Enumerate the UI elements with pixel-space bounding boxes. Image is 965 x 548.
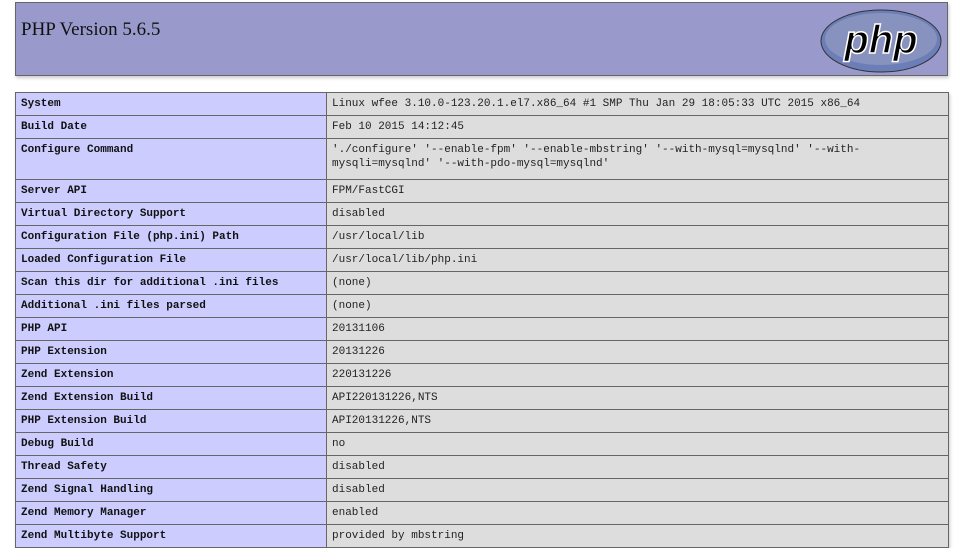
table-row: Zend Memory Manager enabled [15, 501, 949, 525]
page-title: PHP Version 5.6.5 [21, 19, 161, 40]
table-row: PHP API 20131106 [15, 317, 949, 341]
row-key: PHP Extension [15, 340, 327, 364]
row-value: 20131106 [326, 317, 949, 341]
row-value: './configure' '--enable-fpm' '--enable-m… [326, 138, 949, 180]
row-key: Zend Extension [15, 363, 327, 387]
table-row: Loaded Configuration File/usr/local/lib/… [15, 248, 949, 272]
table-row: System Linux wfee 3.10.0-123.20.1.el7.x86… [15, 92, 949, 116]
row-value: enabled [326, 501, 949, 525]
php-info-table: System Linux wfee 3.10.0-123.20.1.el7.x86… [15, 92, 949, 548]
row-key: Virtual Directory Support [15, 202, 327, 226]
table-row: Scan this dir for additional .ini files(… [15, 271, 949, 295]
table-row: PHP Extension 20131226 [15, 340, 949, 364]
php-version-header: PHP Version 5.6.5 php [15, 2, 948, 76]
table-row: Additional .ini files parsed (none) [15, 294, 949, 318]
row-key: Thread Safety [15, 455, 327, 479]
row-value: no [326, 432, 949, 456]
row-value: 220131226 [326, 363, 949, 387]
row-value: Linux wfee 3.10.0-123.20.1.el7.x86_64 #1… [326, 92, 949, 116]
row-key: Zend Signal Handling [15, 478, 327, 502]
row-value: 20131226 [326, 340, 949, 364]
row-key: Additional .ini files parsed [15, 294, 327, 318]
row-value: /usr/local/lib [326, 225, 949, 249]
row-key: Configure Command [15, 138, 327, 180]
row-value: disabled [326, 202, 949, 226]
row-value: /usr/local/lib/php.ini [326, 248, 949, 272]
row-value: (none) [326, 294, 949, 318]
table-row: Virtual Directory Support disabled [15, 202, 949, 226]
row-value: disabled [326, 478, 949, 502]
row-key: Debug Build [15, 432, 327, 456]
row-value: provided by mbstring [326, 524, 949, 548]
table-row: Configure Command './configure' '--enable… [15, 138, 949, 180]
svg-text:php: php [843, 18, 917, 62]
table-row: Zend Extension 220131226 [15, 363, 949, 387]
row-value: (none) [326, 271, 949, 295]
row-key: System [15, 92, 327, 116]
row-key: Loaded Configuration File [15, 248, 327, 272]
row-key: Scan this dir for additional .ini files [15, 271, 327, 295]
row-value: disabled [326, 455, 949, 479]
row-value: API220131226,NTS [326, 386, 949, 410]
php-logo[interactable]: php [820, 9, 942, 73]
table-row: Zend Signal Handling disabled [15, 478, 949, 502]
table-row: Zend Multibyte Support provided by mbstri… [15, 524, 949, 548]
row-key: Zend Extension Build [15, 386, 327, 410]
table-row: Zend Extension Build API220131226,NTS [15, 386, 949, 410]
row-key: PHP Extension Build [15, 409, 327, 433]
table-row: Build Date Feb 10 2015 14:12:45 [15, 115, 949, 139]
row-key: Build Date [15, 115, 327, 139]
table-row: Configuration File (php.ini) Path/usr/lo… [15, 225, 949, 249]
table-row: Thread Safety disabled [15, 455, 949, 479]
table-row: Debug Build no [15, 432, 949, 456]
row-key: PHP API [15, 317, 327, 341]
table-row: Server API FPM/FastCGI [15, 179, 949, 203]
row-key: Zend Multibyte Support [15, 524, 327, 548]
row-key: Server API [15, 179, 327, 203]
table-row: PHP Extension Build API20131226,NTS [15, 409, 949, 433]
row-value: FPM/FastCGI [326, 179, 949, 203]
row-value: API20131226,NTS [326, 409, 949, 433]
row-key: Zend Memory Manager [15, 501, 327, 525]
row-key: Configuration File (php.ini) Path [15, 225, 327, 249]
row-value: Feb 10 2015 14:12:45 [326, 115, 949, 139]
